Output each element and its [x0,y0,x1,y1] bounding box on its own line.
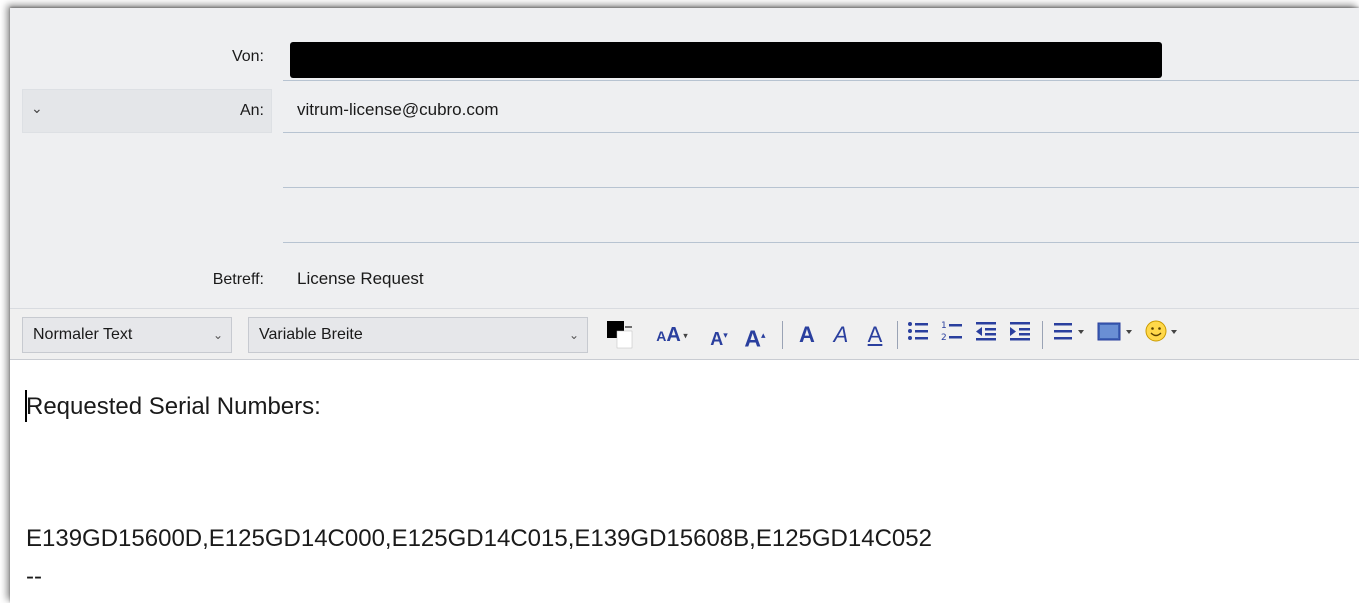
from-field-underline [283,80,1359,81]
text-color-icon[interactable] [602,319,638,351]
body-line-serials: E139GD15600D,E125GD14C000,E125GD14C015,E… [26,525,932,552]
outdent-icon[interactable] [971,319,1001,351]
insert-image-icon[interactable] [1094,319,1138,351]
font-family-select[interactable]: Variable Breite ⌄ [248,317,588,353]
to-field-underline [283,132,1359,133]
underline-icon[interactable]: A [860,319,890,351]
toolbar-separator [782,321,783,349]
indent-icon[interactable] [1005,319,1035,351]
recipient-row-3[interactable] [283,242,1359,243]
decrease-font-icon[interactable]: A▾ [704,319,734,351]
message-body-editor[interactable]: Requested Serial Numbers: E139GD15600D,E… [10,360,1359,603]
chevron-down-icon: ⌄ [212,328,223,342]
font-family-value: Variable Breite [259,326,363,343]
bullet-list-icon[interactable] [903,319,933,351]
toolbar-separator [897,321,898,349]
bold-icon[interactable]: A [792,319,822,351]
svg-text:2: 2 [941,333,947,343]
from-label: Von: [231,48,264,65]
subject-field[interactable]: License Request [297,269,424,289]
emoji-icon[interactable] [1142,319,1186,351]
svg-text:1: 1 [941,321,947,331]
toolbar-separator [1042,321,1043,349]
body-line-heading: Requested Serial Numbers: [26,393,321,420]
message-header: Von: ⌄ An: vitrum-license@cubro.com Betr… [10,8,1359,308]
chevron-down-icon: ⌄ [31,100,43,116]
from-field-redacted[interactable] [290,42,1162,78]
formatting-toolbar: Normaler Text ⌄ Variable Breite ⌄ AA ▾ A… [10,308,1359,360]
chevron-down-icon: ⌄ [568,328,579,342]
body-line-signature-separator: -- [26,563,42,590]
to-field[interactable]: vitrum-license@cubro.com [297,100,498,120]
italic-icon[interactable]: A [826,319,856,351]
compose-window: Von: ⌄ An: vitrum-license@cubro.com Betr… [10,8,1359,603]
subject-label: Betreff: [212,271,264,288]
paragraph-format-select[interactable]: Normaler Text ⌄ [22,317,232,353]
font-size-icon[interactable]: AA ▾ [646,319,698,351]
align-icon[interactable] [1050,319,1090,351]
numbered-list-icon[interactable]: 1 2 [937,319,967,351]
recipient-type-button[interactable]: ⌄ [22,89,272,133]
recipient-row-2[interactable] [283,187,1359,188]
to-label: An: [239,102,264,119]
increase-font-icon[interactable]: A▴ [738,319,772,352]
paragraph-format-value: Normaler Text [33,326,133,343]
